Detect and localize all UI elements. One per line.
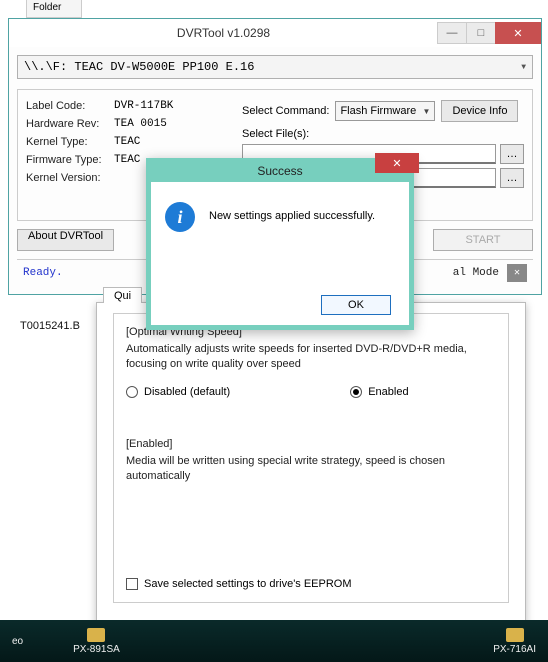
taskbar-item[interactable]: eo <box>12 636 23 647</box>
tab-edge: Folder <box>26 0 82 18</box>
radio-icon <box>126 386 138 398</box>
command-combo[interactable]: Flash Firmware ▼ <box>335 101 435 121</box>
info-icon: i <box>165 202 195 232</box>
radio-enabled-label: Enabled <box>368 386 408 398</box>
select-files-label: Select File(s): <box>242 128 524 140</box>
dialog-close-button[interactable]: ✕ <box>375 153 419 173</box>
taskbar: eo PX-891SA PX-716AI <box>0 620 548 662</box>
settings-tab[interactable]: Qui <box>103 287 142 303</box>
maximize-button[interactable]: □ <box>466 22 496 44</box>
firmware-type-k: Firmware Type: <box>26 154 110 166</box>
radio-disabled[interactable]: Disabled (default) <box>126 386 230 398</box>
radio-disabled-label: Disabled (default) <box>144 386 230 398</box>
browse-button-1[interactable]: … <box>500 144 524 164</box>
kernel-version-k: Kernel Version: <box>26 172 110 184</box>
status-mode: al Mode <box>453 267 499 279</box>
device-info-button[interactable]: Device Info <box>441 100 518 122</box>
firmware-type-v: TEAC <box>114 154 140 166</box>
ok-button[interactable]: OK <box>321 295 391 315</box>
taskbar-item[interactable]: PX-716AI <box>493 628 536 655</box>
settings-window: Qui [Optimal Writing Speed] Automaticall… <box>96 302 526 660</box>
checkbox-icon <box>126 578 138 590</box>
status-close-icon[interactable]: ✕ <box>507 264 527 282</box>
start-button[interactable]: START <box>433 229 533 251</box>
success-dialog: Success ✕ i New settings applied success… <box>146 158 414 330</box>
select-command-label: Select Command: <box>242 105 329 117</box>
ows-desc: Automatically adjusts write speeds for i… <box>126 342 496 372</box>
dialog-titlebar: Success ✕ <box>146 158 414 182</box>
chevron-down-icon: ▼ <box>423 107 431 116</box>
status-ready: Ready. <box>23 267 63 279</box>
drive-select[interactable]: \\.\F: TEAC DV-W5000E PP100 E.16 ▼ <box>17 55 533 79</box>
hardware-rev-k: Hardware Rev: <box>26 118 110 130</box>
chevron-down-icon: ▼ <box>521 63 526 72</box>
command-value: Flash Firmware <box>340 105 416 117</box>
window-title: DVRTool v1.0298 <box>9 26 438 40</box>
enabled-desc: Media will be written using special writ… <box>126 454 496 484</box>
window-buttons: — □ ✕ <box>438 22 541 44</box>
close-button[interactable]: ✕ <box>495 22 541 44</box>
browse-button-2[interactable]: … <box>500 168 524 188</box>
drive-string: \\.\F: TEAC DV-W5000E PP100 E.16 <box>24 60 254 74</box>
label-code-v: DVR-117BK <box>114 100 173 112</box>
file-below-name: T0015241.B <box>20 320 80 332</box>
label-code-k: Label Code: <box>26 100 110 112</box>
taskbar-item[interactable]: PX-891SA <box>73 628 120 655</box>
kernel-type-v: TEAC <box>114 136 140 148</box>
save-eeprom-label: Save selected settings to drive's EEPROM <box>144 578 352 590</box>
folder-icon <box>87 628 105 642</box>
dialog-message: New settings applied successfully. <box>209 202 375 222</box>
folder-icon <box>506 628 524 642</box>
titlebar: DVRTool v1.0298 — □ ✕ <box>9 19 541 47</box>
radio-icon <box>350 386 362 398</box>
radio-enabled[interactable]: Enabled <box>350 386 408 398</box>
save-eeprom-row[interactable]: Save selected settings to drive's EEPROM <box>126 578 352 590</box>
enabled-title: [Enabled] <box>126 438 496 450</box>
about-button[interactable]: About DVRTool <box>17 229 114 251</box>
dialog-title: Success <box>257 164 302 178</box>
minimize-button[interactable]: — <box>437 22 467 44</box>
hardware-rev-v: TEA 0015 <box>114 118 167 130</box>
kernel-type-k: Kernel Type: <box>26 136 110 148</box>
